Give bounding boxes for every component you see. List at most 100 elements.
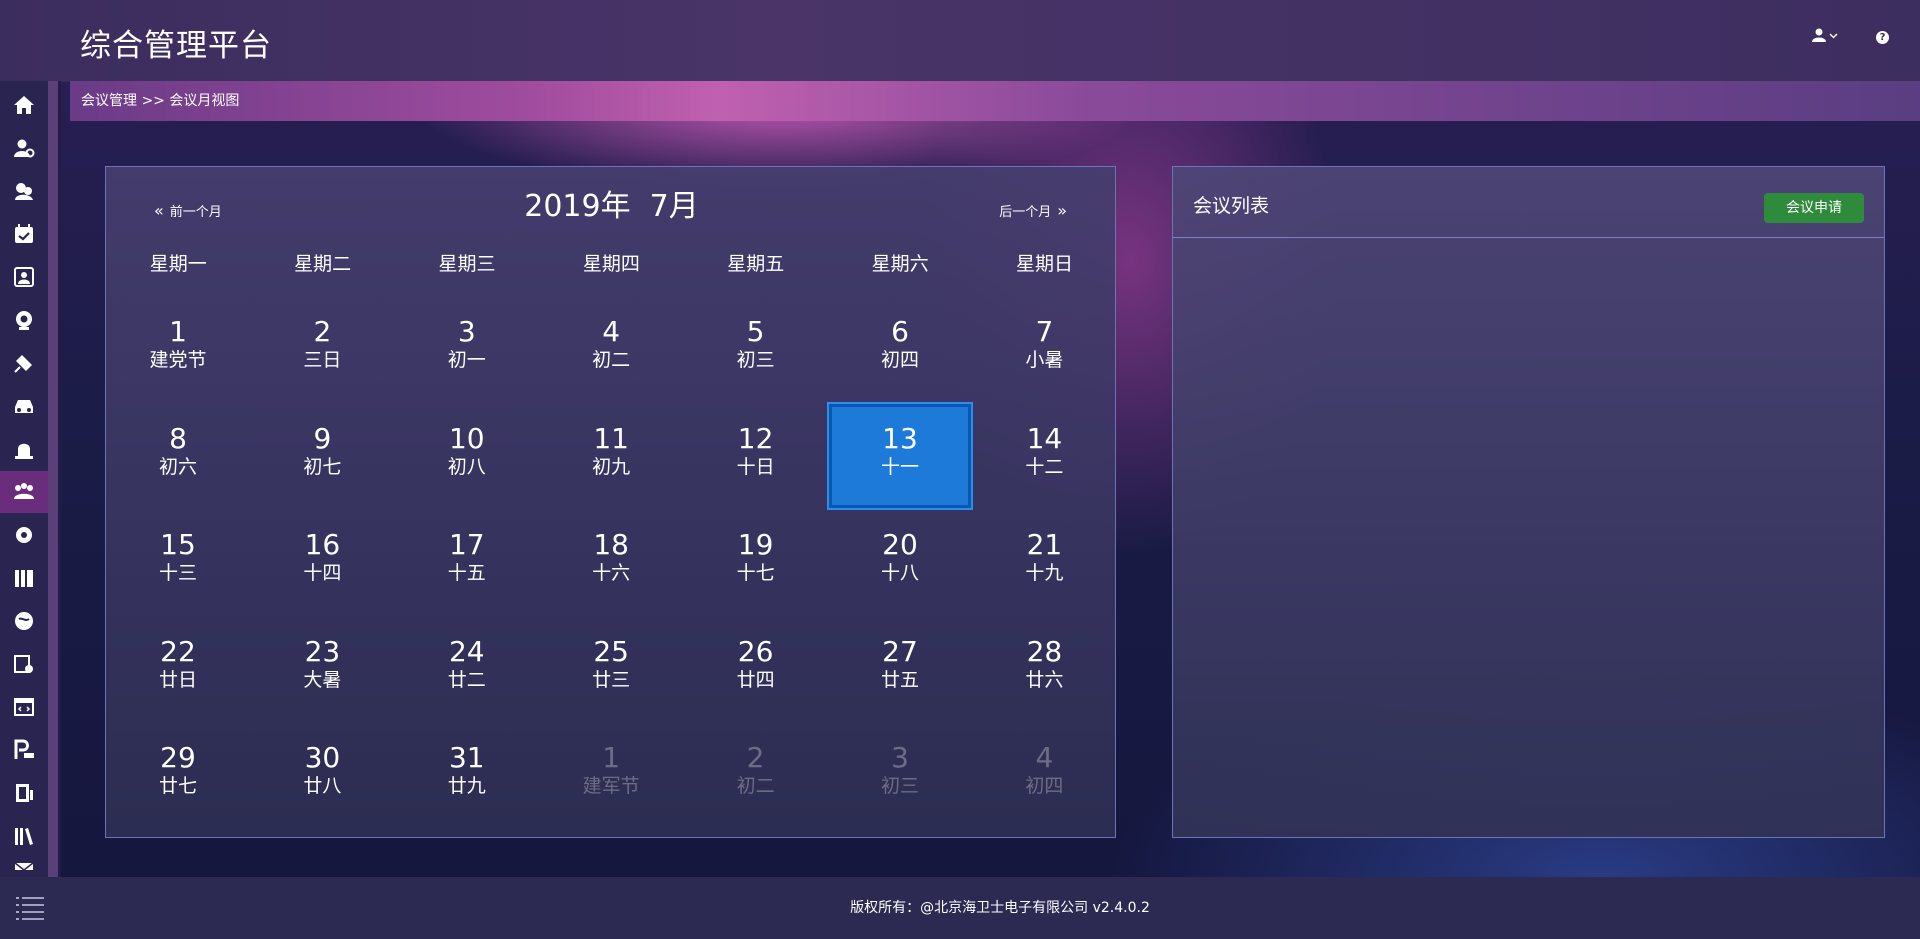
document-settings-icon [14, 655, 33, 673]
sidebar-item[interactable] [0, 428, 48, 470]
calendar-day[interactable]: 11 初九 [539, 404, 683, 510]
calendar-day[interactable]: 5 初三 [684, 297, 828, 403]
meeting-apply-button[interactable]: 会议申请 [1764, 193, 1864, 223]
breadcrumb-text: 会议管理 >> 会议月视图 [81, 93, 240, 109]
sidebar-item[interactable] [0, 772, 48, 814]
calendar-day[interactable]: 16 十四 [250, 510, 394, 616]
calendar-day[interactable]: 29 廿七 [106, 723, 250, 829]
meeting-icon [14, 483, 34, 499]
calendar-panel: «前一个月 2019年 7月 后一个月» 星期一 星期二 星期三 星期四 星期五… [105, 166, 1116, 838]
calendar-day[interactable]: 22 廿日 [106, 617, 250, 723]
calendar-day[interactable]: 20 十八 [828, 510, 972, 616]
calendar-check-icon [15, 224, 33, 243]
calendar-day[interactable]: 19 十七 [684, 510, 828, 616]
day-number: 13 [882, 421, 918, 455]
calendar-day[interactable]: 18 十六 [539, 510, 683, 616]
weekday-label: 星期一 [149, 253, 207, 275]
meeting-list-header: 会议列表 会议申请 [1173, 167, 1884, 238]
sidebar-item[interactable] [0, 600, 48, 642]
calendar-day[interactable]: 14 十二 [972, 404, 1116, 510]
calendar-day[interactable]: 26 廿四 [684, 617, 828, 723]
calendar-day[interactable]: 28 廿六 [972, 617, 1116, 723]
calendar-day[interactable]: 2 初二 [684, 723, 828, 829]
meeting-list-title: 会议列表 [1193, 195, 1270, 217]
day-number: 17 [448, 528, 485, 561]
help-icon[interactable]: ? [1876, 31, 1889, 44]
sidebar-item[interactable] [0, 686, 48, 728]
lunar-date: 十三 [158, 562, 197, 584]
lunar-date: 初八 [447, 455, 486, 478]
calendar-day[interactable]: 1 建军节 [539, 723, 683, 829]
calendar-day[interactable]: 17 十五 [395, 510, 539, 616]
calendar-day[interactable]: 24 廿二 [395, 617, 539, 723]
sidebar-rail [48, 81, 58, 877]
calendar-day[interactable]: 15 十三 [106, 510, 250, 616]
calendar-day[interactable]: 27 廿五 [828, 617, 972, 723]
sidebar-item[interactable] [0, 514, 48, 556]
lunar-date: 建党节 [149, 349, 207, 371]
calendar-day[interactable]: 3 初三 [828, 723, 972, 829]
calendar-day[interactable]: 4 初二 [539, 297, 683, 403]
calendar-day[interactable]: 9 初七 [250, 404, 394, 510]
sidebar-item[interactable] [0, 342, 48, 384]
sidebar-item[interactable] [0, 170, 48, 212]
calendar-day[interactable]: 1 建党节 [106, 297, 250, 403]
sidebar-item[interactable] [0, 213, 48, 255]
calendar-day[interactable]: 23 大暑 [250, 617, 394, 723]
sidebar-item[interactable] [0, 643, 48, 685]
sidebar-item[interactable] [0, 84, 48, 126]
calendar-day[interactable]: 31 廿九 [395, 723, 539, 829]
calendar-day[interactable]: 7 小暑 [972, 297, 1116, 403]
sidebar-item[interactable] [0, 256, 48, 298]
sidebar-item[interactable] [0, 858, 48, 870]
calendar-day[interactable]: 10 初八 [395, 404, 539, 510]
day-number: 4 [602, 315, 621, 348]
sidebar-item[interactable] [0, 471, 48, 513]
calendar-day[interactable]: 8 初六 [106, 404, 250, 510]
calendar-day[interactable]: 21 十九 [972, 510, 1116, 616]
sidebar-item[interactable] [0, 729, 48, 771]
day-number: 9 [313, 421, 332, 455]
lunar-date: 十六 [592, 562, 631, 584]
satellite-icon [14, 355, 32, 373]
calendar-day[interactable]: 4 初四 [972, 723, 1116, 829]
door-icon [16, 784, 33, 802]
calendar-day-selected[interactable]: 13 十一 [829, 403, 971, 508]
day-number: 15 [160, 528, 196, 561]
sidebar-item[interactable] [0, 557, 48, 599]
lunar-date: 初四 [1025, 775, 1064, 797]
lunar-date: 三日 [303, 349, 342, 371]
day-number: 3 [457, 315, 476, 348]
lunar-date: 初一 [447, 349, 486, 371]
sidebar-item[interactable] [0, 385, 48, 427]
lunar-date: 十二 [1025, 455, 1064, 478]
day-number: 23 [304, 634, 341, 668]
gear-shield-icon [16, 527, 32, 543]
calendar-day[interactable]: 30 廿八 [250, 723, 394, 829]
calendar-day[interactable]: 12 十日 [684, 404, 828, 510]
lunar-date: 廿九 [447, 775, 486, 797]
user-settings-icon [14, 139, 35, 158]
calendar-day[interactable]: 3 初一 [395, 297, 539, 403]
lunar-date: 初三 [736, 349, 775, 371]
sidebar-item[interactable] [0, 815, 48, 857]
calendar-day[interactable]: 2 三日 [250, 297, 394, 403]
next-month-button[interactable]: 后一个月 » [999, 201, 1067, 220]
alarm-light-icon [15, 443, 33, 459]
sidebar-item[interactable] [0, 299, 48, 341]
lunar-date: 廿八 [303, 775, 342, 797]
calendar-day[interactable]: 6 初四 [828, 297, 972, 403]
day-number: 19 [737, 528, 774, 561]
webcam-icon [16, 311, 32, 330]
day-number: 1 [169, 315, 187, 348]
day-number: 16 [304, 528, 341, 561]
sidebar-divider [58, 81, 61, 877]
day-number: 28 [1026, 634, 1063, 668]
user-menu[interactable] [1812, 28, 1838, 42]
lunar-date: 十九 [1025, 562, 1064, 584]
lunar-date: 十四 [303, 562, 342, 584]
lunar-date: 大暑 [303, 668, 342, 691]
lunar-date: 廿六 [1025, 668, 1064, 691]
sidebar-item[interactable] [0, 127, 48, 169]
calendar-day[interactable]: 25 廿三 [539, 617, 683, 723]
